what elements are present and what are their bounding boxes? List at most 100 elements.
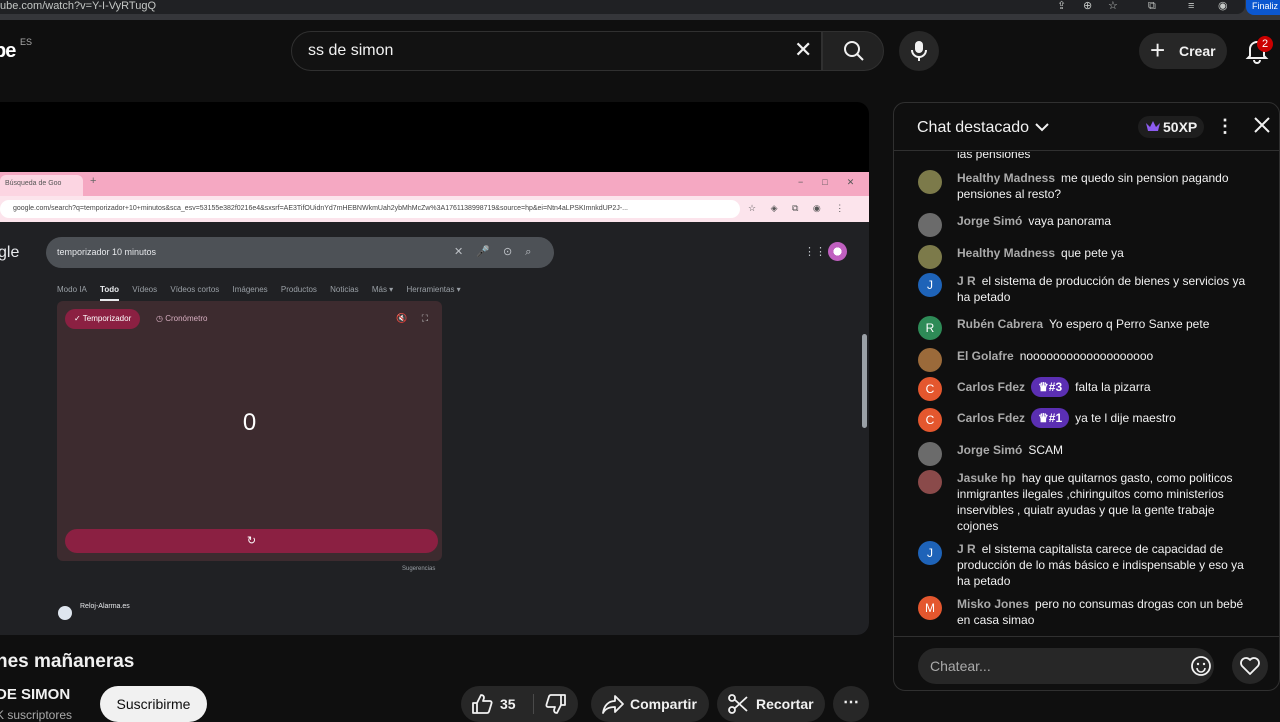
- google-tab-active: Todo: [100, 285, 119, 301]
- like-divider: [533, 694, 534, 714]
- message-author[interactable]: Jasuke hp: [957, 471, 1016, 485]
- chat-message: Healthy Madness me quedo sin pension paga…: [918, 170, 1258, 202]
- stopwatch-tab: ◷ Cronómetro: [156, 314, 208, 323]
- zoom-icon[interactable]: ⊕: [1083, 0, 1092, 12]
- star-icon[interactable]: ☆: [1108, 0, 1118, 12]
- message-text: nooooooooooooooooooo: [1019, 349, 1154, 363]
- chat-mode-title[interactable]: Chat destacado: [917, 119, 1029, 137]
- avatar[interactable]: [918, 348, 942, 372]
- create-button[interactable]: + Crear: [1139, 33, 1227, 69]
- avatar[interactable]: J: [918, 541, 942, 565]
- emoji-icon[interactable]: [1190, 655, 1212, 677]
- message-author[interactable]: Jorge Simó: [957, 443, 1022, 457]
- microphone-icon: [911, 41, 927, 61]
- chat-message: Healthy Madness que pete ya: [918, 245, 1258, 269]
- message-text: las pensiones: [957, 152, 1031, 161]
- extensions-icon[interactable]: ⧉: [1148, 0, 1156, 12]
- subscribe-button[interactable]: Suscribirme: [100, 686, 207, 722]
- create-label: Crear: [1179, 43, 1216, 59]
- chat-message: El Golafre nooooooooooooooooooo: [918, 348, 1258, 372]
- message-text: vaya panorama: [1028, 214, 1112, 228]
- crown-icon: [1146, 121, 1160, 131]
- message-text: SCAM: [1028, 443, 1064, 457]
- google-query: temporizador 10 minutos: [57, 247, 157, 257]
- search-button[interactable]: [822, 31, 884, 71]
- message-text: que pete ya: [1061, 246, 1124, 260]
- share-button[interactable]: Compartir: [591, 686, 709, 722]
- thumbs-up-icon[interactable]: [471, 693, 493, 715]
- channel-name[interactable]: DE SIMON: [0, 686, 70, 703]
- notification-count-badge: 2: [1257, 36, 1273, 52]
- message-author[interactable]: Rubén Cabrera: [957, 317, 1043, 331]
- google-search-box: temporizador 10 minutos ✕ 🎤 ⊙ ⌕: [46, 237, 554, 268]
- more-actions-button[interactable]: ⋯: [833, 686, 869, 722]
- region-code: ES: [20, 37, 33, 47]
- close-icon[interactable]: [1252, 115, 1272, 135]
- chevron-down-icon[interactable]: [1034, 120, 1050, 134]
- avatar[interactable]: R: [918, 316, 942, 340]
- video-player[interactable]: Búsqueda de Goo + −□✕ google.com/search?…: [0, 102, 869, 635]
- like-count: 35: [500, 696, 516, 712]
- voice-search-button[interactable]: [899, 31, 939, 71]
- avatar[interactable]: C: [918, 377, 942, 401]
- chat-footer: Chatear...: [894, 636, 1279, 690]
- message-author[interactable]: Carlos Fdez: [957, 380, 1025, 394]
- youtube-logo[interactable]: be: [0, 40, 16, 63]
- avatar[interactable]: [918, 442, 942, 466]
- chat-message: Jorge Simó vaya panorama: [918, 213, 1258, 237]
- message-text: el sistema de producción de bienes y ser…: [957, 274, 1246, 304]
- avatar[interactable]: [918, 470, 942, 494]
- google-tab: Herramientas ▾: [406, 285, 461, 294]
- clip-button[interactable]: Recortar: [717, 686, 825, 722]
- profile-icon[interactable]: ◉: [1218, 0, 1228, 12]
- message-author[interactable]: Carlos Fdez: [957, 411, 1025, 425]
- chat-message: C Carlos Fdez ♛#1 ya te l dije maestro: [918, 408, 1258, 432]
- share-label: Compartir: [630, 696, 697, 712]
- chat-message: J J Rel sistema de producción de bienes …: [918, 273, 1258, 305]
- message-author[interactable]: Healthy Madness: [957, 171, 1055, 185]
- finalize-button[interactable]: Finaliz: [1246, 0, 1280, 15]
- avatar[interactable]: M: [918, 596, 942, 620]
- message-author[interactable]: Misko Jones: [957, 597, 1029, 611]
- avatar[interactable]: J: [918, 273, 942, 297]
- rank-badge: ♛#1: [1031, 408, 1070, 428]
- heart-reaction-button[interactable]: [1232, 648, 1268, 684]
- avatar[interactable]: [918, 170, 942, 194]
- xp-badge[interactable]: 50XP: [1138, 116, 1204, 138]
- search-input[interactable]: ss de simon ✕: [291, 31, 822, 71]
- chat-message: Jorge Simó SCAM: [918, 442, 1258, 466]
- recorded-scrollbar: [862, 334, 867, 428]
- recorded-toolbar-icons: ☆ ◈ ⧉ ◉ ⋮: [748, 203, 845, 213]
- message-text: el sistema capitalista carece de capacid…: [957, 542, 1244, 588]
- avatar[interactable]: [918, 213, 942, 237]
- new-tab-icon: +: [90, 175, 97, 187]
- search-query: ss de simon: [308, 42, 394, 59]
- message-author[interactable]: J R: [957, 542, 976, 556]
- timer-reset-button: ↻: [65, 529, 438, 553]
- message-author[interactable]: Healthy Madness: [957, 246, 1055, 260]
- google-apps-icon: ⋮⋮: [804, 246, 826, 258]
- google-search-icons: ✕ 🎤 ⊙ ⌕: [454, 246, 532, 258]
- more-vertical-icon[interactable]: ⋮: [1216, 116, 1234, 137]
- avatar[interactable]: [918, 245, 942, 269]
- message-author[interactable]: Jorge Simó: [957, 214, 1022, 228]
- message-author[interactable]: J R: [957, 274, 976, 288]
- xp-value: 50XP: [1163, 119, 1198, 135]
- message-author[interactable]: El Golafre: [957, 349, 1014, 363]
- avatar[interactable]: C: [918, 408, 942, 432]
- media-icon[interactable]: ≡: [1188, 0, 1194, 12]
- google-tab: Noticias: [330, 285, 359, 294]
- install-icon[interactable]: ⇪: [1057, 0, 1066, 12]
- chat-message: Jasuke hp hay que quitarnos gasto, como p…: [918, 470, 1258, 534]
- chat-input[interactable]: Chatear...: [918, 648, 1214, 684]
- recorded-address-bar: google.com/search?q=temporizador+10+minu…: [0, 196, 869, 222]
- timer-tab: ✓ Temporizador: [65, 309, 141, 329]
- timer-control-icons: 🔇 ⛶: [396, 313, 429, 323]
- chat-message: M Misko Jones pero no consumas drogas con…: [918, 596, 1258, 628]
- thumbs-down-icon[interactable]: [545, 693, 567, 715]
- clear-search-icon[interactable]: ✕: [794, 37, 812, 63]
- google-logo: gle: [0, 244, 20, 261]
- recorded-url: google.com/search?q=temporizador+10+minu…: [0, 200, 740, 218]
- message-text: falta la pizarra: [1075, 380, 1151, 394]
- google-tab: Productos: [280, 285, 317, 294]
